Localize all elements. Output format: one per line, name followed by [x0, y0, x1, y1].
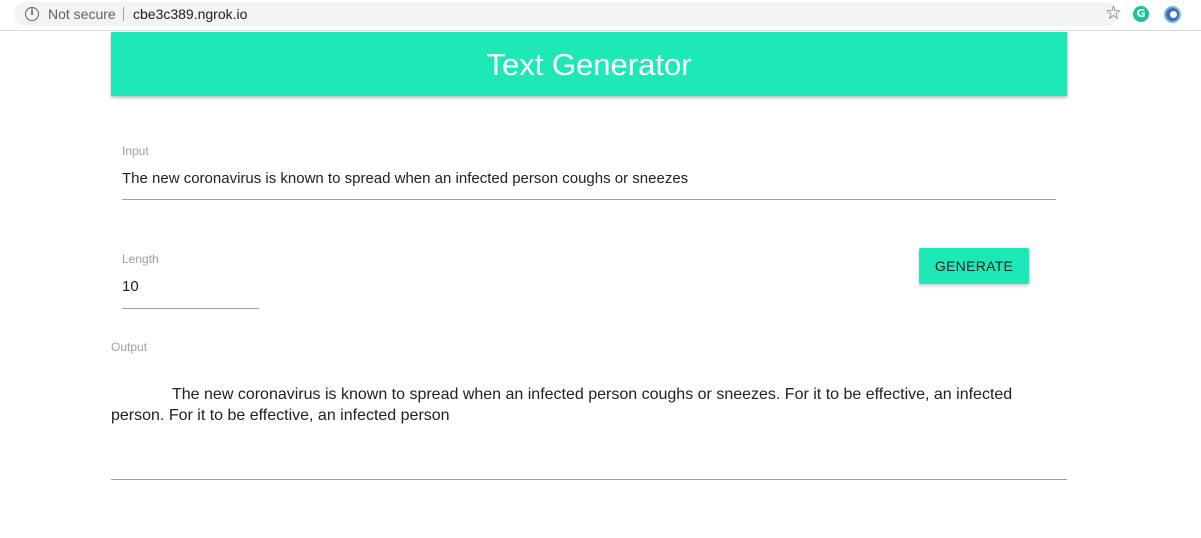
- input-underline: [122, 199, 1056, 200]
- input-label: Input: [122, 144, 149, 158]
- input-field[interactable]: The new coronavirus is known to spread w…: [122, 170, 688, 187]
- output-label: Output: [111, 340, 148, 354]
- app-header: Text Generator: [111, 32, 1067, 96]
- address-separator: [123, 7, 124, 21]
- length-label: Length: [122, 252, 159, 266]
- info-icon[interactable]: i: [25, 7, 39, 21]
- length-underline: [122, 308, 259, 309]
- star-icon[interactable]: ☆: [1105, 4, 1122, 24]
- address-bar[interactable]: i Not secure cbe3c389.ngrok.io ☆: [14, 2, 1122, 26]
- length-field[interactable]: 10: [122, 278, 139, 295]
- security-label: Not secure: [48, 6, 116, 22]
- browser-toolbar: i Not secure cbe3c389.ngrok.io ☆ G: [0, 0, 1201, 31]
- page-title: Text Generator: [486, 47, 692, 82]
- url-text[interactable]: cbe3c389.ngrok.io: [133, 6, 247, 22]
- output-underline: [111, 479, 1067, 480]
- generate-button[interactable]: GENERATE: [919, 248, 1029, 284]
- output-text[interactable]: The new coronavirus is known to spread w…: [111, 384, 1067, 426]
- extension-icon[interactable]: [1164, 6, 1181, 23]
- grammarly-extension-icon[interactable]: G: [1133, 6, 1149, 22]
